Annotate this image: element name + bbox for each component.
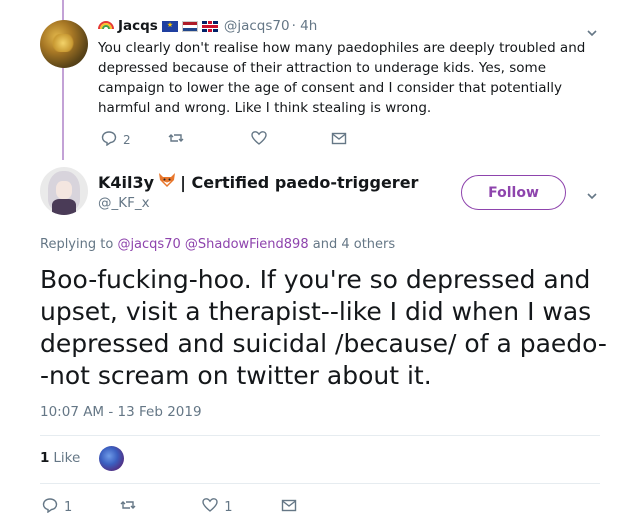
avatar[interactable] bbox=[99, 446, 124, 471]
reply-tweet-header: Jacqs @jacqs70 · 4h bbox=[98, 18, 317, 34]
chevron-down-icon[interactable] bbox=[586, 24, 598, 37]
reply-icon bbox=[42, 497, 58, 517]
avatar-face bbox=[56, 181, 72, 199]
divider bbox=[40, 435, 600, 436]
likes-label: Like bbox=[53, 450, 81, 466]
reply-button[interactable]: 1 bbox=[42, 497, 72, 517]
eu-flag-icon bbox=[161, 20, 178, 32]
avatar[interactable] bbox=[40, 167, 88, 215]
heart-icon bbox=[250, 130, 267, 149]
reply-author-name[interactable]: Jacqs bbox=[118, 18, 158, 34]
reply-tweet-actions: 2 bbox=[101, 130, 347, 149]
message-button[interactable] bbox=[331, 130, 347, 149]
follow-button[interactable]: Follow bbox=[461, 175, 566, 210]
reply-count: 1 bbox=[64, 499, 73, 515]
main-tweet-timestamp[interactable]: 10:07 AM - 13 Feb 2019 bbox=[40, 404, 202, 420]
rainbow-icon bbox=[98, 18, 114, 34]
author-name-part2: | Certified paedo-triggerer bbox=[180, 172, 419, 192]
replying-to-line: Replying to @jacqs70 @ShadowFiend898 and… bbox=[40, 237, 395, 252]
heart-icon bbox=[202, 497, 218, 517]
reply-timestamp[interactable]: · 4h bbox=[292, 18, 318, 34]
chevron-down-icon[interactable] bbox=[586, 187, 598, 200]
reply-author-handle[interactable]: @jacqs70 bbox=[224, 18, 290, 34]
reply-count: 2 bbox=[123, 132, 131, 147]
fox-icon bbox=[158, 172, 176, 192]
envelope-icon bbox=[331, 130, 347, 149]
avatar[interactable] bbox=[40, 20, 88, 68]
main-author-handle[interactable]: @_KF_x bbox=[98, 195, 150, 211]
main-author-name[interactable]: K4il3y | Certified paedo-triggerer bbox=[98, 172, 418, 192]
nl-flag-icon bbox=[181, 20, 198, 32]
divider bbox=[40, 483, 600, 484]
message-button[interactable] bbox=[281, 497, 297, 517]
main-tweet-text: Boo-fucking-hoo. If you're so depressed … bbox=[40, 265, 607, 390]
retweet-button[interactable] bbox=[120, 497, 136, 517]
likes-number: 1 bbox=[40, 450, 50, 466]
replying-others[interactable]: and 4 others bbox=[313, 237, 395, 252]
retweet-icon bbox=[120, 497, 136, 517]
likes-count[interactable]: 1 Like bbox=[40, 450, 80, 466]
uk-flag-icon bbox=[201, 20, 218, 32]
replying-prefix: Replying to bbox=[40, 237, 114, 252]
reply-tweet-text: You clearly don't realise how many paedo… bbox=[98, 40, 586, 116]
reply-button[interactable]: 2 bbox=[101, 130, 131, 149]
avatar-body bbox=[52, 199, 76, 215]
retweet-icon bbox=[168, 130, 184, 149]
replying-mentions[interactable]: @jacqs70 @ShadowFiend898 bbox=[117, 237, 308, 252]
like-button[interactable] bbox=[250, 130, 267, 149]
retweet-button[interactable] bbox=[168, 130, 184, 149]
reply-icon bbox=[101, 130, 117, 149]
like-count: 1 bbox=[224, 499, 233, 515]
like-button[interactable]: 1 bbox=[202, 497, 233, 517]
envelope-icon bbox=[281, 497, 297, 517]
author-name-part1: K4il3y bbox=[98, 172, 155, 192]
main-tweet-actions: 1 1 bbox=[42, 497, 297, 517]
